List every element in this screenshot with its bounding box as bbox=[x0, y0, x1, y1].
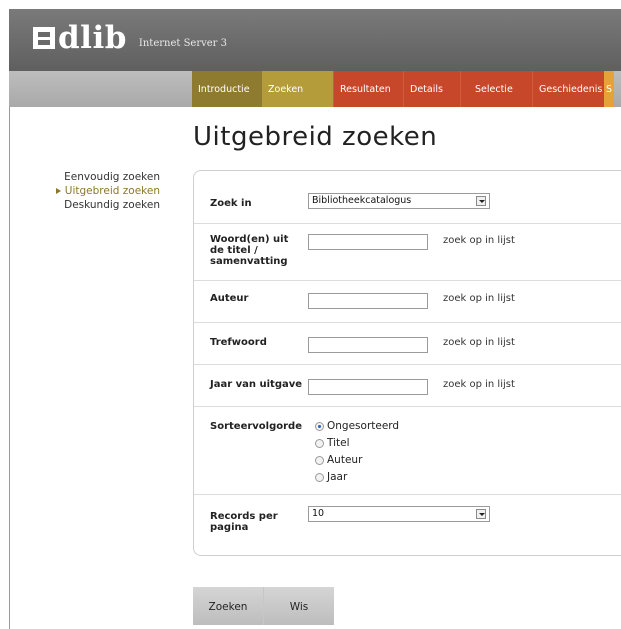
tab-resultaten[interactable]: Resultaten bbox=[333, 71, 403, 107]
sort-option-auteur[interactable]: Auteur bbox=[315, 454, 362, 466]
dropdown-arrow-icon bbox=[476, 509, 486, 519]
radio-label: Titel bbox=[327, 437, 350, 449]
app-subtitle: Internet Server 3 bbox=[138, 38, 228, 49]
radio-label: Auteur bbox=[327, 454, 363, 466]
search-form: Zoek in Bibliotheekcatalogus Woord(en) u… bbox=[193, 170, 621, 556]
left-border bbox=[9, 107, 10, 629]
row-auteur: Auteur zoek op in lijst bbox=[194, 280, 621, 323]
label-records: Records per pagina bbox=[210, 511, 278, 533]
menu-deskundig-zoeken[interactable]: Deskundig zoeken bbox=[40, 198, 160, 212]
row-records: Records per pagina 10 bbox=[194, 494, 621, 556]
row-trefwoord: Trefwoord zoek op in lijst bbox=[194, 322, 621, 365]
author-input[interactable] bbox=[308, 293, 428, 309]
year-input[interactable] bbox=[308, 379, 428, 395]
label-auteur: Auteur bbox=[210, 293, 249, 304]
tab-introductie[interactable]: Introductie bbox=[192, 71, 262, 107]
lookup-link-woorden[interactable]: zoek op in lijst bbox=[443, 235, 515, 246]
tab-geschiedenis[interactable]: Geschiedenis bbox=[532, 71, 604, 107]
form-buttons: Zoeken Wis bbox=[193, 587, 334, 625]
menu-uitgebreid-zoeken[interactable]: Uitgebreid zoeken bbox=[40, 184, 160, 198]
radio-label: Ongesorteerd bbox=[327, 420, 400, 432]
nav-tabs: Introductie Zoeken Resultaten Details Se… bbox=[192, 71, 614, 107]
select-value: Bibliotheekcatalogus bbox=[312, 195, 412, 206]
lookup-link-trefwoord[interactable]: zoek op in lijst bbox=[443, 337, 515, 348]
select-value: 10 bbox=[312, 508, 325, 519]
tab-details[interactable]: Details bbox=[403, 71, 460, 107]
search-mode-menu: Eenvoudig zoeken Uitgebreid zoeken Desku… bbox=[40, 170, 160, 212]
keyword-input[interactable] bbox=[308, 337, 428, 353]
row-zoek-in: Zoek in Bibliotheekcatalogus bbox=[194, 171, 621, 223]
radio-icon[interactable] bbox=[315, 438, 324, 448]
clear-button[interactable]: Wis bbox=[263, 587, 334, 625]
row-woorden: Woord(en) uit de titel / samenvatting zo… bbox=[194, 223, 621, 281]
radio-label: Jaar bbox=[327, 471, 348, 483]
menu-label: Uitgebreid zoeken bbox=[64, 185, 160, 197]
tab-more[interactable]: S bbox=[604, 71, 614, 107]
sort-option-ongesorteerd[interactable]: Ongesorteerd bbox=[315, 420, 399, 432]
logo-icon bbox=[33, 27, 55, 49]
label-sorteervolgorde: Sorteervolgorde bbox=[210, 421, 302, 432]
logo-text: dlib bbox=[58, 20, 127, 56]
collection-select[interactable]: Bibliotheekcatalogus bbox=[308, 193, 490, 209]
row-sorteervolgorde: Sorteervolgorde Ongesorteerd Titel Auteu… bbox=[194, 406, 621, 495]
dropdown-arrow-icon bbox=[476, 196, 486, 206]
sort-option-jaar[interactable]: Jaar bbox=[315, 471, 347, 483]
header-bar: dlib Internet Server 3 bbox=[9, 9, 621, 71]
label-woorden: Woord(en) uit de titel / samenvatting bbox=[210, 234, 289, 267]
radio-icon[interactable] bbox=[315, 472, 324, 482]
arrow-right-icon bbox=[55, 188, 61, 194]
sort-option-titel[interactable]: Titel bbox=[315, 437, 350, 449]
title-abstract-input[interactable] bbox=[308, 234, 428, 250]
dlib-logo: dlib Internet Server 3 bbox=[33, 23, 227, 54]
lookup-link-auteur[interactable]: zoek op in lijst bbox=[443, 293, 515, 304]
radio-selected-icon[interactable] bbox=[315, 421, 324, 431]
records-per-page-select[interactable]: 10 bbox=[308, 506, 490, 522]
menu-label: Eenvoudig zoeken bbox=[64, 171, 160, 183]
menu-eenvoudig-zoeken[interactable]: Eenvoudig zoeken bbox=[40, 170, 160, 184]
label-zoek-in: Zoek in bbox=[210, 198, 252, 209]
tab-selectie[interactable]: Selectie bbox=[460, 71, 532, 107]
page-title: Uitgebreid zoeken bbox=[193, 122, 438, 152]
lookup-link-jaar[interactable]: zoek op in lijst bbox=[443, 379, 515, 390]
label-trefwoord: Trefwoord bbox=[210, 337, 267, 348]
label-jaar: Jaar van uitgave bbox=[210, 379, 303, 390]
menu-label: Deskundig zoeken bbox=[64, 199, 160, 211]
row-jaar: Jaar van uitgave zoek op in lijst bbox=[194, 364, 621, 407]
search-button[interactable]: Zoeken bbox=[193, 587, 263, 625]
tab-zoeken[interactable]: Zoeken bbox=[262, 71, 333, 107]
radio-icon[interactable] bbox=[315, 455, 324, 465]
